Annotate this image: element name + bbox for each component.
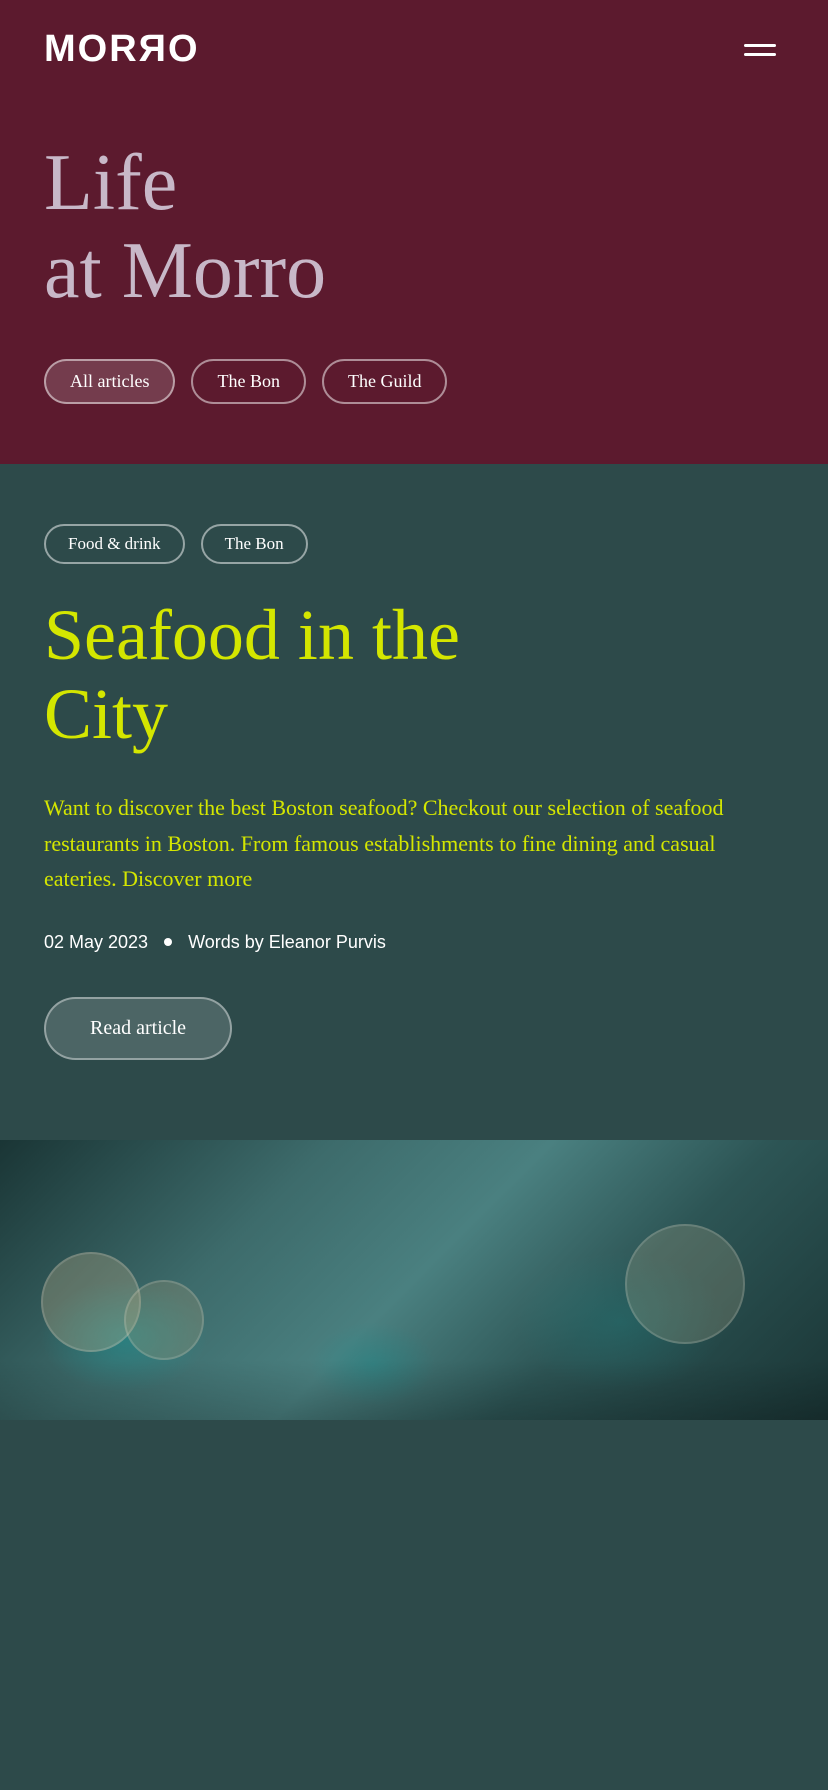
filter-the-guild[interactable]: The Guild xyxy=(322,359,448,404)
article-image xyxy=(0,1140,828,1420)
tag-food-drink[interactable]: Food & drink xyxy=(44,524,185,564)
article-title-line1: Seafood in the xyxy=(44,595,460,675)
filter-the-bon[interactable]: The Bon xyxy=(191,359,306,404)
hero-title-line2: at Morro xyxy=(44,227,326,315)
article-section: Food & drink The Bon Seafood in the City… xyxy=(0,464,828,1140)
article-date: 02 May 2023 xyxy=(44,932,148,953)
meta-separator xyxy=(164,938,172,946)
menu-icon-line1 xyxy=(744,44,776,47)
article-excerpt: Want to discover the best Boston seafood… xyxy=(44,790,724,896)
decorative-plate-3 xyxy=(625,1224,745,1344)
tag-the-bon[interactable]: The Bon xyxy=(201,524,308,564)
hero-section: MORЯO Life at Morro All articles The Bon… xyxy=(0,0,828,464)
brand-logo: MORЯO xyxy=(44,28,200,71)
filter-all-articles[interactable]: All articles xyxy=(44,359,175,404)
navbar: MORЯO xyxy=(0,0,828,99)
read-article-button[interactable]: Read article xyxy=(44,997,232,1060)
hero-title-line1: Life xyxy=(44,139,177,227)
hero-title: Life at Morro xyxy=(44,139,784,315)
article-tags: Food & drink The Bon xyxy=(44,524,784,564)
filter-tabs: All articles The Bon The Guild xyxy=(44,359,784,404)
article-title: Seafood in the City xyxy=(44,596,784,754)
article-meta: 02 May 2023 Words by Eleanor Purvis xyxy=(44,932,784,953)
menu-button[interactable] xyxy=(736,36,784,64)
decorative-plate-1 xyxy=(41,1252,141,1352)
hero-content: Life at Morro All articles The Bon The G… xyxy=(0,99,828,404)
article-image-section xyxy=(0,1140,828,1420)
decorative-plate-2 xyxy=(124,1280,204,1360)
article-title-line2: City xyxy=(44,674,168,754)
menu-icon-line2 xyxy=(744,53,776,56)
article-author: Words by Eleanor Purvis xyxy=(188,932,386,953)
